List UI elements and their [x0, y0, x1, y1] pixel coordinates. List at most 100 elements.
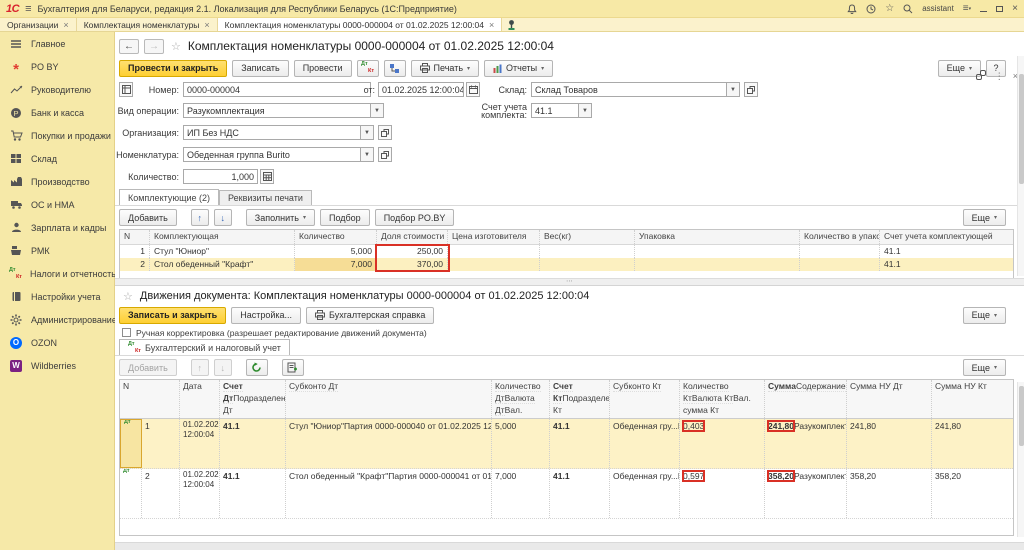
selected-cell[interactable]: 7,000	[295, 258, 377, 271]
close-window-icon[interactable]: ×	[1012, 4, 1018, 14]
print-button[interactable]: Печать▾	[411, 60, 480, 77]
favorite-star-icon[interactable]: ☆	[171, 40, 181, 53]
warehouse-open-icon[interactable]	[744, 82, 758, 97]
manual-adjustment-checkbox[interactable]	[122, 328, 131, 337]
sidebar-item-bank-i-kassa[interactable]: Р Банк и касса	[0, 101, 114, 124]
movement-row-1[interactable]: ДтКт 1 01.02.20212:00:04 41.1 Стул "Юнио…	[120, 419, 1013, 469]
sidebar-item-wildberries[interactable]: W Wildberries	[0, 354, 114, 377]
sidebar-item-os-i-nma[interactable]: ОС и НМА	[0, 193, 114, 216]
post-and-close-button[interactable]: Провести и закрыть	[119, 60, 227, 77]
reports-button[interactable]: Отчеты▾	[484, 60, 553, 77]
service-menu-icon[interactable]: ≡▾	[963, 4, 971, 14]
item-open-icon[interactable]	[378, 147, 392, 162]
favorite-star-icon[interactable]: ☆	[123, 290, 133, 303]
operation-dropdown-icon[interactable]: ▼	[371, 103, 384, 118]
component-account-input[interactable]: 41.1	[531, 103, 579, 118]
close-tab-icon[interactable]: ×	[489, 20, 494, 30]
close-tab-icon[interactable]: ×	[204, 20, 209, 30]
move-up-icon[interactable]: ↑	[191, 209, 209, 226]
movements-more-button[interactable]: Еще▾	[963, 307, 1006, 324]
close-tab-icon[interactable]: ×	[63, 20, 68, 30]
tab-print-details[interactable]: Реквизиты печати	[219, 190, 312, 205]
maximize-window-icon[interactable]	[996, 6, 1003, 12]
window-tab-organizations[interactable]: Организации ×	[0, 18, 77, 31]
post-button[interactable]: Провести	[294, 60, 352, 77]
save-button[interactable]: Записать	[232, 60, 288, 77]
col-header-component[interactable]: Комплектующая	[150, 230, 295, 244]
item-input[interactable]: Обеденная группа Burito	[183, 147, 361, 162]
item-dropdown-icon[interactable]: ▼	[361, 147, 374, 162]
posting-icon-cell[interactable]: ДтКт	[120, 469, 142, 518]
refresh-icon[interactable]	[246, 359, 268, 376]
history-clock-icon[interactable]	[866, 4, 876, 14]
col-header-account[interactable]: Счет учета комплектующей	[880, 230, 1013, 244]
sidebar-item-pokupki-prodazhi[interactable]: Покупки и продажи	[0, 124, 114, 147]
document-scrollbar[interactable]	[1017, 56, 1024, 276]
organization-dropdown-icon[interactable]: ▼	[361, 125, 374, 140]
more-button[interactable]: Еще▾	[938, 60, 981, 77]
col-header-date[interactable]: Дата	[180, 380, 220, 418]
sidebar-item-nalogi-otchetnost[interactable]: ДтКт Налоги и отчетность	[0, 262, 114, 285]
move-down-icon[interactable]: ↓	[214, 359, 232, 376]
col-header-n[interactable]: N	[120, 380, 180, 418]
minimize-window-icon[interactable]	[980, 6, 987, 12]
col-header-sum-nu-kt[interactable]: Сумма НУ Кт	[932, 380, 1013, 418]
col-header-n[interactable]: N	[120, 230, 150, 244]
sidebar-item-rukovoditelyu[interactable]: Руководителю	[0, 78, 114, 101]
move-up-icon[interactable]: ↑	[191, 359, 209, 376]
show-postings-button[interactable]: ДтКт	[357, 60, 379, 77]
add-movement-button[interactable]: Добавить	[119, 359, 177, 376]
add-row-button[interactable]: Добавить	[119, 209, 177, 226]
forward-arrow-icon[interactable]: →	[144, 39, 164, 54]
operation-input[interactable]: Разукомплектация	[183, 103, 371, 118]
sidebar-item-ozon[interactable]: O OZON	[0, 331, 114, 354]
window-tab-komplektaciya-list[interactable]: Комплектация номенклатуры ×	[77, 18, 218, 31]
col-header-sub-dt[interactable]: Субконто Дт	[286, 380, 492, 418]
col-header-cost-share[interactable]: Доля стоимости	[377, 230, 448, 244]
pick-button[interactable]: Подбор	[320, 209, 370, 226]
warehouse-dropdown-icon[interactable]: ▼	[727, 82, 740, 97]
calendar-icon[interactable]	[466, 82, 480, 97]
warehouse-input[interactable]: Склад Товаров	[531, 82, 727, 97]
col-header-qty-in-package[interactable]: Количество в упаковке	[800, 230, 880, 244]
save-and-close-button[interactable]: Записать и закрыть	[119, 307, 226, 324]
col-header-package[interactable]: Упаковка	[635, 230, 800, 244]
back-arrow-icon[interactable]: ←	[119, 39, 139, 54]
sidebar-item-po-by[interactable]: * PO BY	[0, 55, 114, 78]
number-input[interactable]: 0000-000004	[183, 82, 371, 97]
movements-report-icon[interactable]	[282, 359, 304, 376]
pick-po-by-button[interactable]: Подбор PO.BY	[375, 209, 455, 226]
main-menu-icon[interactable]: ≡	[25, 3, 31, 15]
window-tab-komplektaciya-doc[interactable]: Комплектация номенклатуры 0000-000004 от…	[218, 18, 503, 31]
sidebar-item-rmk[interactable]: РМК	[0, 239, 114, 262]
sidebar-item-proizvodstvo[interactable]: Производство	[0, 170, 114, 193]
sidebar-item-glavnoe[interactable]: Главное	[0, 32, 114, 55]
date-input[interactable]: 01.02.2025 12:00:04	[378, 82, 464, 97]
accounting-reference-button[interactable]: Бухгалтерская справка	[306, 307, 434, 324]
col-header-acc-kt[interactable]: Счет КтПодразделение Кт	[550, 380, 610, 418]
tab-accounting-tax[interactable]: ДтКт Бухгалтерский и налоговый учет	[119, 339, 290, 355]
component-row-2[interactable]: 2 Стол обеденный "Крафт" 7,000 370,00 41…	[120, 258, 1013, 271]
components-more-button[interactable]: Еще▾	[963, 209, 1006, 226]
tab-components[interactable]: Комплектующие (2)	[119, 189, 219, 205]
col-header-maker-price[interactable]: Цена изготовителя	[448, 230, 540, 244]
col-header-sum-nu-dt[interactable]: Сумма НУ Дт	[847, 380, 932, 418]
calculator-icon[interactable]	[260, 169, 274, 184]
sidebar-item-administrirovanie[interactable]: Администрирование	[0, 308, 114, 331]
col-header-sub-kt[interactable]: Субконто Кт	[610, 380, 680, 418]
component-row-1[interactable]: 1 Стул "Юниор" 5,000 250,00 41.1	[120, 245, 1013, 258]
move-down-icon[interactable]: ↓	[214, 209, 232, 226]
col-header-qty-dt[interactable]: Количество ДтВалюта ДтВал. сумма Дт	[492, 380, 550, 418]
sidebar-item-zarplata-kadry[interactable]: Зарплата и кадры	[0, 216, 114, 239]
col-header-weight[interactable]: Вес(кг)	[540, 230, 635, 244]
organization-input[interactable]: ИП Без НДС	[183, 125, 361, 140]
favorites-star-icon[interactable]: ☆	[885, 4, 894, 14]
pane-splitter[interactable]: ⋯	[115, 278, 1024, 286]
col-header-acc-dt[interactable]: Счет ДтПодразделение Дт	[220, 380, 286, 418]
col-header-sum[interactable]: СуммаСодержание	[765, 380, 847, 418]
notifications-bell-icon[interactable]	[847, 4, 857, 14]
posting-icon-cell[interactable]: ДтКт	[120, 419, 142, 468]
fill-button[interactable]: Заполнить▾	[246, 209, 315, 226]
organization-open-icon[interactable]	[378, 125, 392, 140]
pin-tabs-icon[interactable]	[502, 18, 520, 31]
